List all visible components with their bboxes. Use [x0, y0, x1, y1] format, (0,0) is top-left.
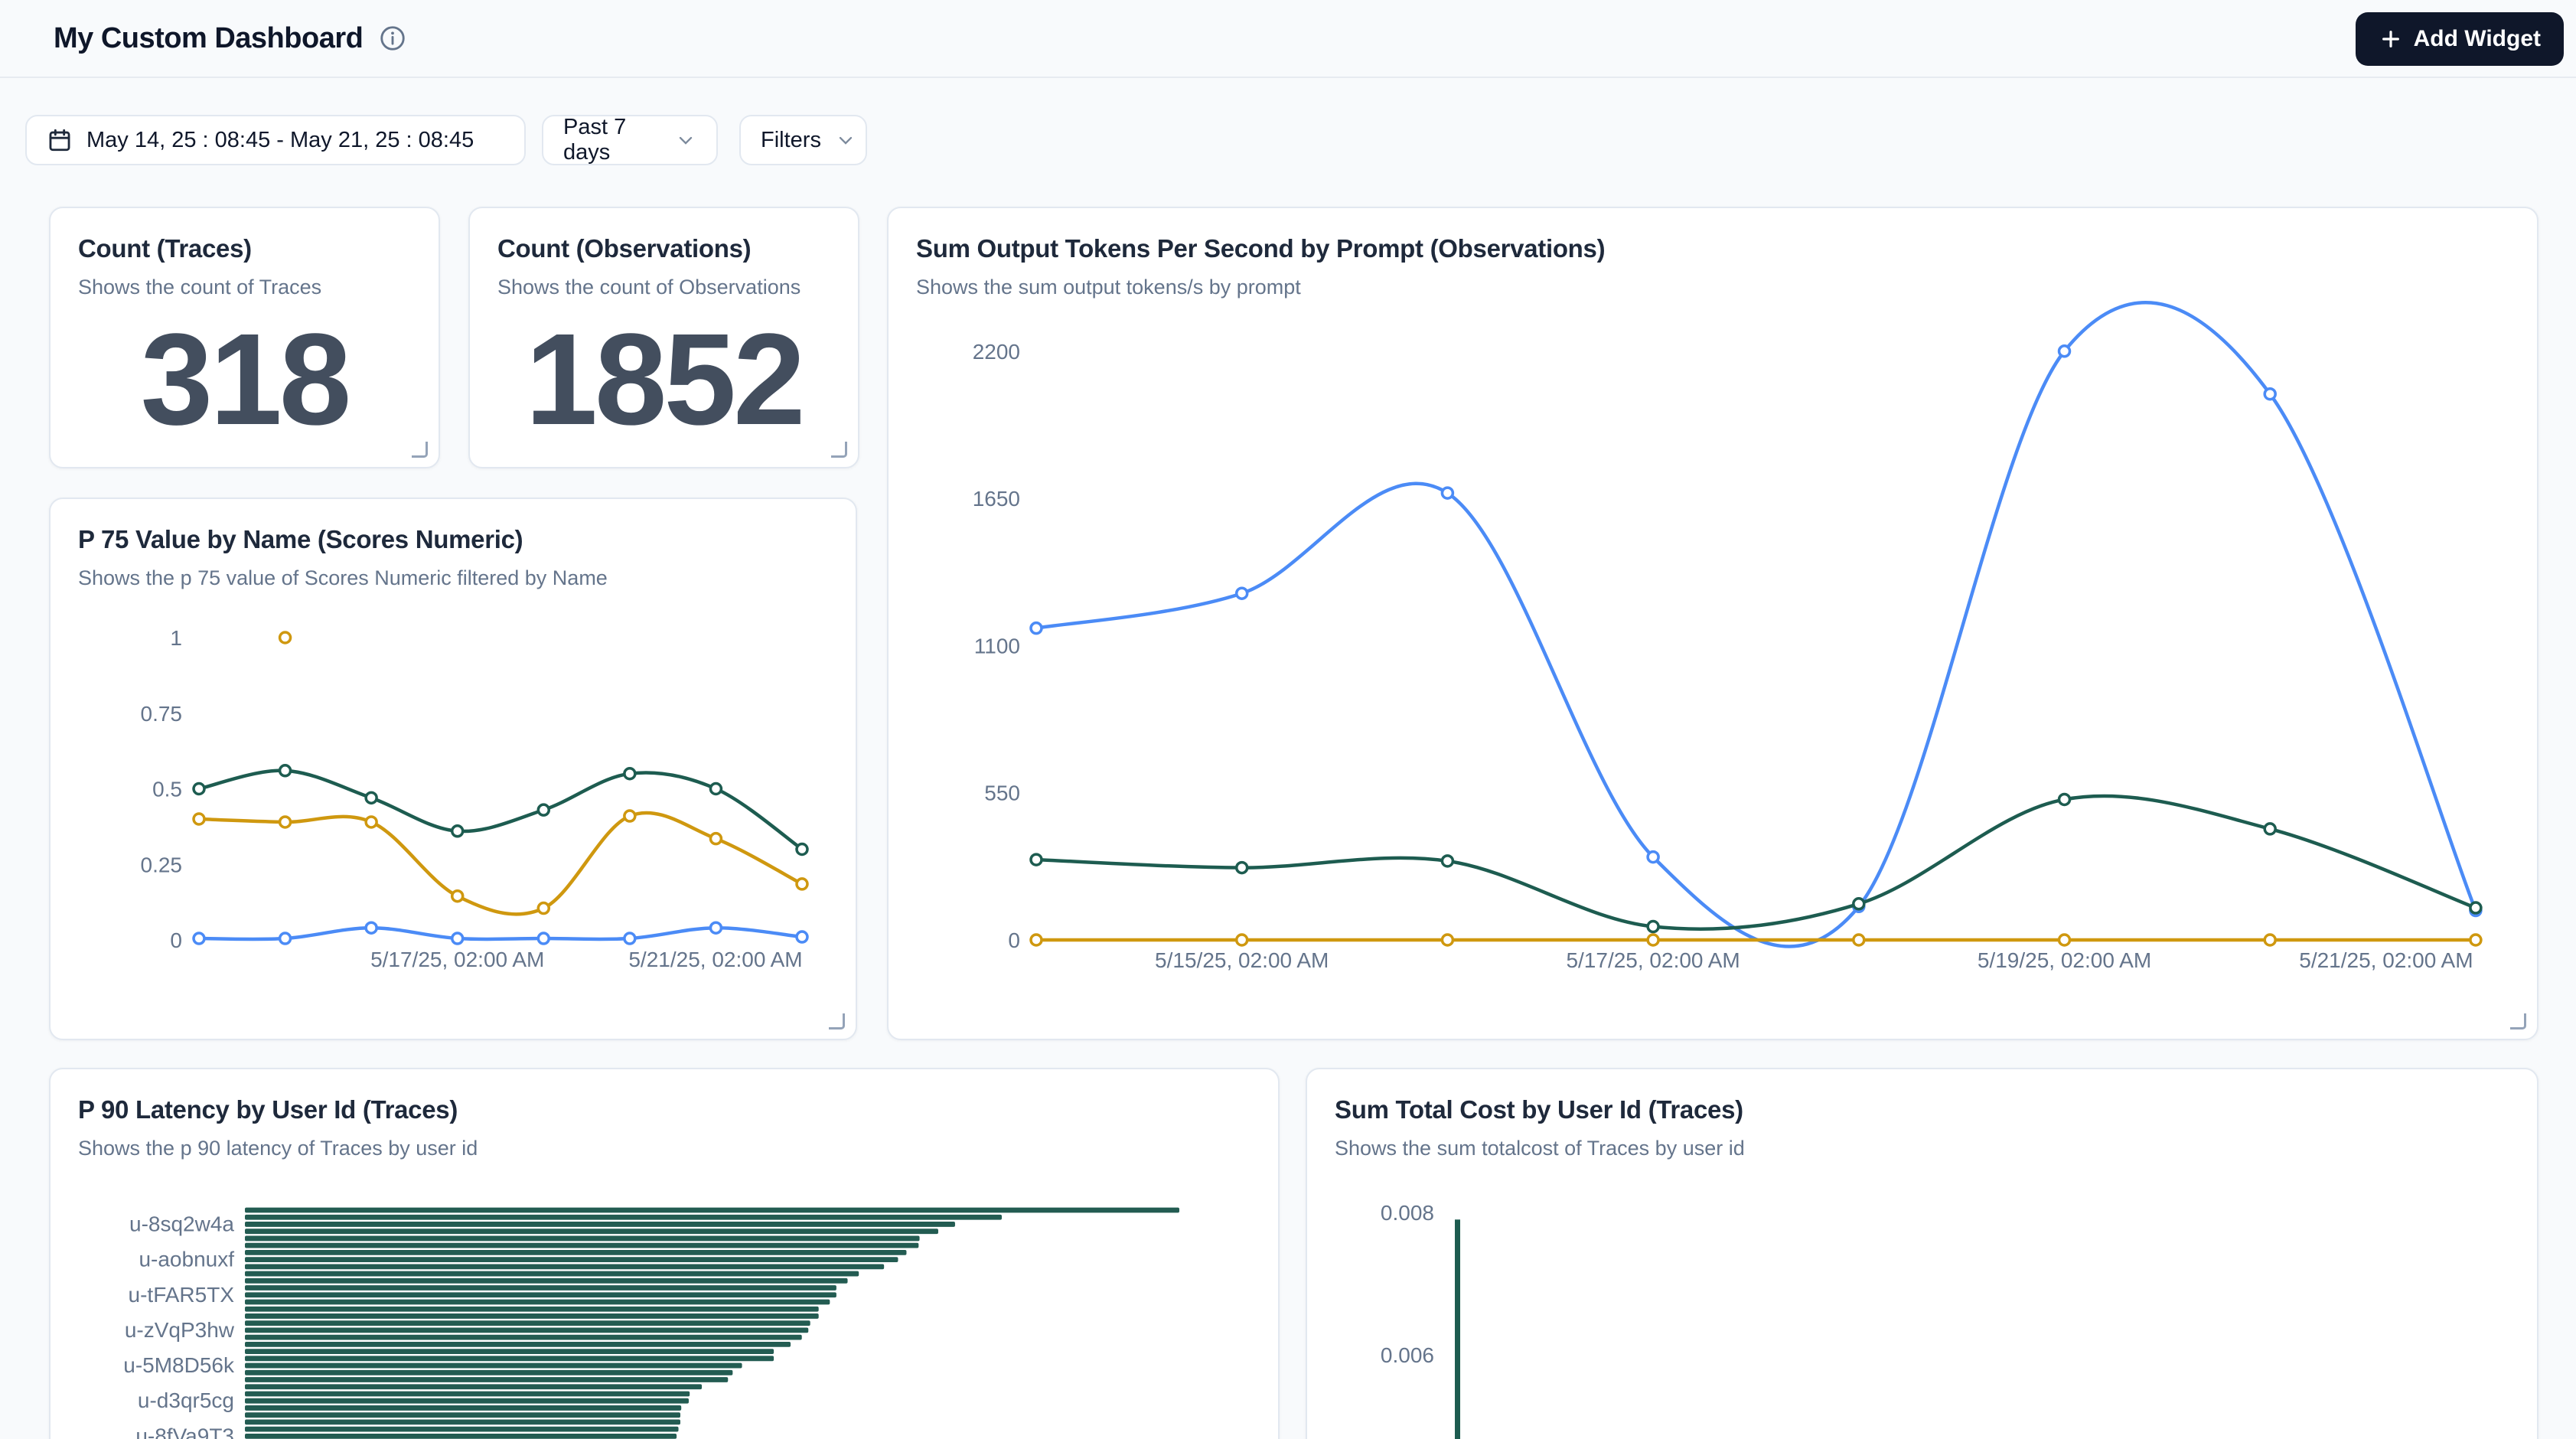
date-preset-label: Past 7 days — [563, 115, 661, 165]
total-cost-card: Sum Total Cost by User Id (Traces) Shows… — [1306, 1068, 2539, 1439]
svg-text:5/19/25, 02:00 AM: 5/19/25, 02:00 AM — [1978, 948, 2151, 972]
add-widget-button[interactable]: Add Widget — [2356, 12, 2564, 66]
svg-text:u-aobnuxf: u-aobnuxf — [139, 1248, 234, 1271]
svg-text:u-tFAR5TX: u-tFAR5TX — [129, 1283, 235, 1307]
card-title: Count (Traces) — [78, 234, 411, 263]
date-range-picker[interactable]: May 14, 25 : 08:45 - May 21, 25 : 08:45 — [25, 115, 526, 165]
svg-text:0.5: 0.5 — [152, 778, 182, 801]
page-title: My Custom Dashboard — [54, 22, 363, 55]
count-traces-value: 318 — [51, 300, 439, 459]
count-observations-card: Count (Observations) Shows the count of … — [468, 207, 859, 468]
card-subtitle: Shows the count of Traces — [78, 276, 411, 299]
p90-latency-card: P 90 Latency by User Id (Traces) Shows t… — [49, 1068, 1280, 1439]
resize-handle-icon[interactable] — [2510, 1013, 2526, 1029]
svg-text:u-zVqP3hw: u-zVqP3hw — [125, 1318, 235, 1342]
tokens-per-second-card: Sum Output Tokens Per Second by Prompt (… — [887, 207, 2539, 1040]
date-range-text: May 14, 25 : 08:45 - May 21, 25 : 08:45 — [86, 128, 474, 153]
count-traces-card: Count (Traces) Shows the count of Traces… — [49, 207, 440, 468]
svg-text:0.008: 0.008 — [1381, 1201, 1434, 1225]
svg-text:u-5M8D56k: u-5M8D56k — [123, 1353, 235, 1377]
plus-icon — [2379, 27, 2403, 51]
svg-text:1650: 1650 — [973, 487, 1020, 511]
svg-text:5/17/25, 02:00 AM: 5/17/25, 02:00 AM — [1566, 948, 1740, 972]
count-observations-value: 1852 — [470, 300, 858, 459]
resize-handle-icon[interactable] — [412, 442, 428, 458]
p75-scores-card: P 75 Value by Name (Scores Numeric) Show… — [49, 498, 857, 1040]
svg-text:u-8sq2w4a: u-8sq2w4a — [129, 1212, 234, 1235]
svg-text:550: 550 — [984, 781, 1020, 805]
filters-label: Filters — [761, 128, 821, 153]
svg-text:0: 0 — [1008, 928, 1020, 952]
svg-text:2200: 2200 — [973, 340, 1020, 364]
resize-handle-icon[interactable] — [831, 442, 847, 458]
add-widget-label: Add Widget — [2414, 26, 2541, 52]
svg-text:0.006: 0.006 — [1381, 1343, 1434, 1367]
card-title: Count (Observations) — [497, 234, 830, 263]
svg-text:1: 1 — [170, 626, 182, 650]
svg-text:5/17/25, 02:00 AM: 5/17/25, 02:00 AM — [370, 948, 544, 971]
svg-text:0: 0 — [170, 928, 182, 952]
svg-text:0.25: 0.25 — [141, 853, 183, 876]
p75-line-chart: 0 0.25 0.5 0.75 1 5/17/25, 02:00 AM 5/21/25, 0… — [51, 499, 857, 1040]
card-subtitle: Shows the count of Observations — [497, 276, 830, 299]
dashboard-page: My Custom Dashboard Add Widget — [0, 0, 2576, 1439]
svg-text:5/15/25, 02:00 AM: 5/15/25, 02:00 AM — [1155, 948, 1329, 972]
info-icon[interactable] — [378, 24, 407, 53]
calendar-icon — [47, 127, 73, 153]
top-bar: My Custom Dashboard Add Widget — [0, 0, 2576, 78]
filters-dropdown[interactable]: Filters — [739, 115, 867, 165]
svg-text:u-8fVa9T3: u-8fVa9T3 — [135, 1424, 234, 1439]
cost-bar-chart: 0.008 0.006 — [1307, 1069, 2539, 1439]
date-preset-dropdown[interactable]: Past 7 days — [542, 115, 718, 165]
tokens-line-chart: 0 550 1100 1650 2200 5/15/25, 02:00 AM 5/17/25… — [889, 208, 2539, 1040]
svg-text:5/21/25, 02:00 AM: 5/21/25, 02:00 AM — [2299, 948, 2473, 972]
svg-text:5/21/25, 02:00 AM: 5/21/25, 02:00 AM — [628, 948, 802, 971]
chevron-down-icon — [835, 129, 856, 151]
p90-bar-chart: u-8sq2w4a u-aobnuxf u-tFAR5TX u-zVqP3hw u-5M… — [51, 1069, 1280, 1439]
svg-text:u-d3qr5cg: u-d3qr5cg — [138, 1388, 234, 1412]
svg-text:1100: 1100 — [974, 634, 1020, 658]
resize-handle-icon[interactable] — [829, 1013, 845, 1029]
svg-text:0.75: 0.75 — [141, 702, 183, 726]
chevron-down-icon — [675, 129, 696, 151]
